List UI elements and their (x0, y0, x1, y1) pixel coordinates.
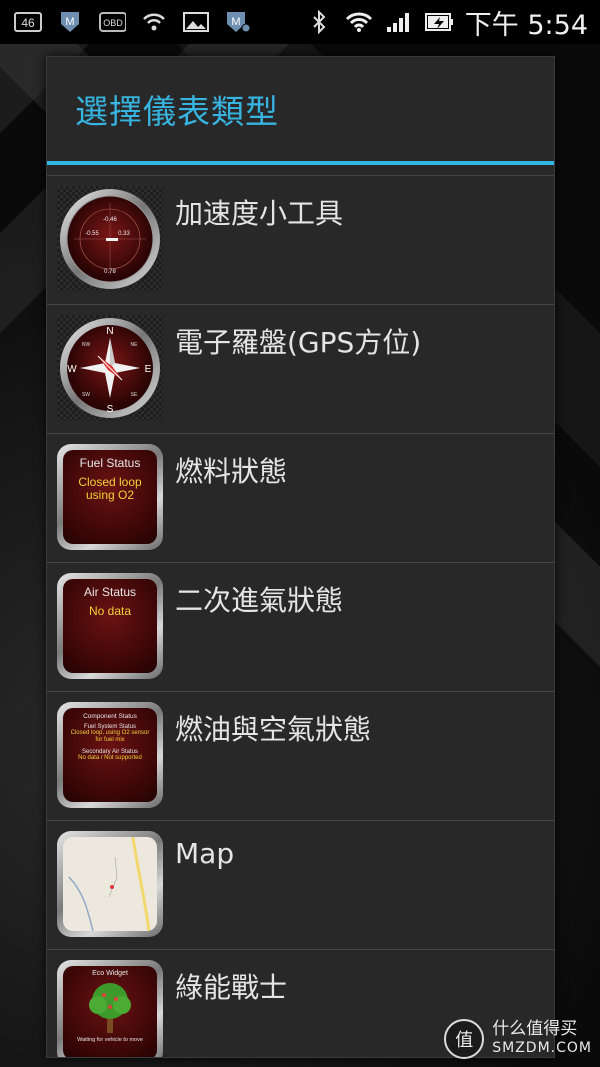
list-item-fuel-status[interactable]: Fuel Status Closed loop using O2 燃料狀態 (47, 434, 554, 563)
map-icon (57, 831, 163, 937)
svg-text:OBD: OBD (103, 18, 123, 28)
clock-time: 下午 5:54 (464, 9, 588, 41)
item-label: 電子羅盤(GPS方位) (175, 326, 422, 359)
svg-text:M: M (231, 16, 240, 28)
watermark-cn: 什么值得买 (492, 1019, 578, 1039)
compass-icon: N E S W NW NE SW SE (57, 315, 163, 421)
item-label: 加速度小工具 (175, 197, 344, 230)
m-app-icon: M (56, 10, 84, 34)
item-label: 燃料狀態 (175, 455, 288, 488)
lte-icon: 46 (14, 10, 42, 34)
item-label: 燃油與空氣狀態 (175, 713, 372, 746)
svg-text:S: S (107, 404, 114, 415)
fuel-status-icon: Fuel Status Closed loop using O2 (57, 444, 163, 550)
svg-text:-0.46: -0.46 (103, 217, 117, 223)
item-label: 二次進氣狀態 (175, 584, 344, 617)
dialog-title: 選擇儀表類型 (75, 92, 279, 131)
list-item-compass[interactable]: N E S W NW NE SW SE 電子羅盤(GPS方位) (47, 305, 554, 434)
obd-icon: OBD (98, 10, 126, 34)
svg-text:NE: NE (131, 342, 139, 348)
svg-text:-0.55: -0.55 (85, 231, 99, 237)
svg-text:NW: NW (82, 342, 91, 348)
eco-widget-icon: Eco Widget Waiting for vehicle to move (57, 960, 163, 1057)
watermark: 值 什么值得买 SMZDM.COM (444, 1019, 592, 1059)
svg-text:E: E (145, 364, 152, 375)
svg-text:0.78: 0.78 (104, 269, 116, 275)
battery-charging-icon (424, 10, 453, 34)
list-item-air-status[interactable]: Air Status No data 二次進氣狀態 (47, 563, 554, 692)
gauge-type-dialog: 選擇儀表類型 -0.46 -0.55 0.33 0.78 加速度小工具 N E … (46, 56, 555, 1058)
wifi-icon (345, 10, 373, 34)
m-app-badge-icon: M (224, 10, 252, 34)
item-label: Map (175, 837, 235, 870)
list-item-map[interactable]: Map (47, 821, 554, 950)
watermark-logo-icon: 值 (444, 1019, 485, 1059)
accelerometer-gauge-icon: -0.46 -0.55 0.33 0.78 (57, 186, 163, 292)
wifi-question-icon (140, 10, 168, 34)
svg-text:W: W (67, 364, 77, 375)
item-label: 綠能戰士 (175, 971, 288, 1004)
list-item-component-status[interactable]: Component Status Fuel System Status Clos… (47, 692, 554, 821)
watermark-en: SMZDM.COM (492, 1040, 592, 1056)
svg-text:SW: SW (82, 392, 90, 398)
image-icon (182, 10, 210, 34)
svg-text:0.33: 0.33 (118, 231, 130, 237)
signal-icon (385, 10, 413, 34)
svg-text:N: N (106, 326, 113, 337)
air-status-icon: Air Status No data (57, 573, 163, 679)
svg-text:46: 46 (21, 16, 35, 30)
status-bar: 46 M OBD M 下午 5:54 (0, 0, 600, 44)
list-item-accelerometer[interactable]: -0.46 -0.55 0.33 0.78 加速度小工具 (47, 176, 554, 305)
bluetooth-icon (305, 10, 333, 34)
component-status-icon: Component Status Fuel System Status Clos… (57, 702, 163, 808)
svg-text:SE: SE (131, 392, 138, 398)
svg-text:M: M (65, 16, 74, 28)
tree-icon (89, 983, 131, 1033)
